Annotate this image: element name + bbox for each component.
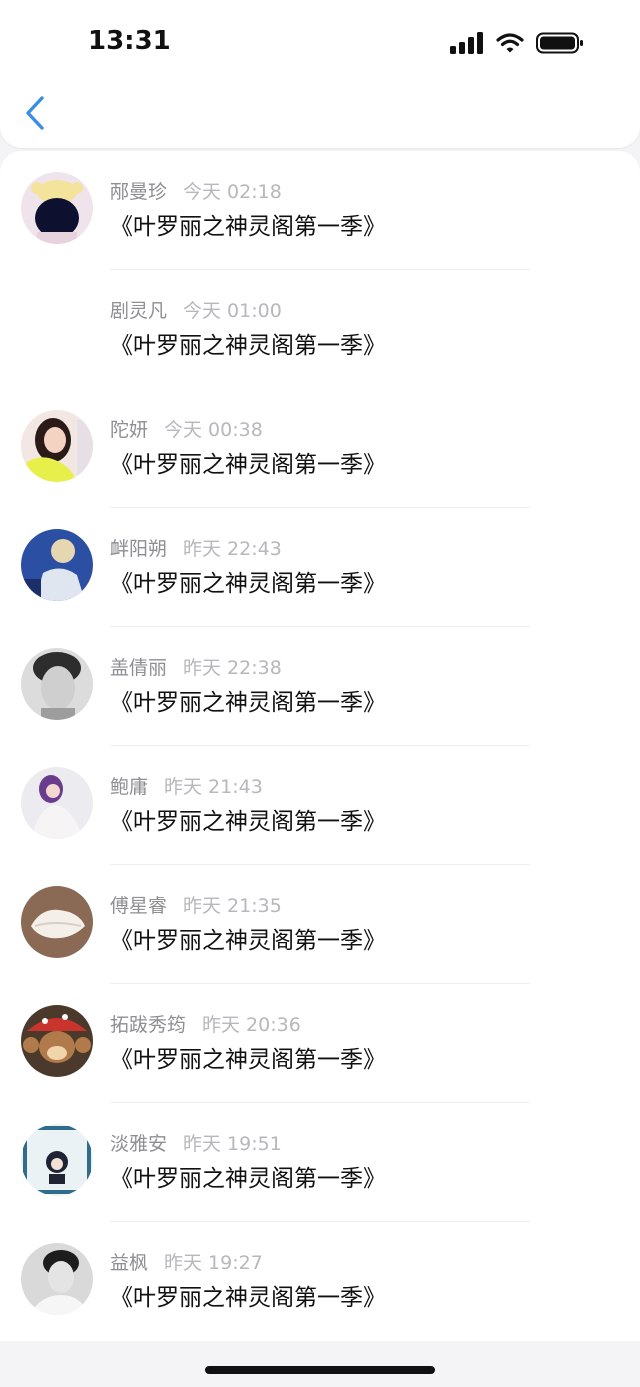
- comment-text: 《叶罗丽之神灵阁第一季》: [110, 214, 386, 240]
- list-item[interactable]: 衅阳朔 昨天 22:43 《叶罗丽之神灵阁第一季》: [0, 508, 640, 627]
- avatar[interactable]: [21, 648, 93, 720]
- comment-time: 昨天 20:36: [202, 1014, 301, 1036]
- comment-text: 《叶罗丽之神灵阁第一季》: [110, 1285, 386, 1311]
- list-item[interactable]: 陀妍 今天 00:38 《叶罗丽之神灵阁第一季》: [0, 389, 640, 508]
- list-item[interactable]: 拓跋秀筠 昨天 20:36 《叶罗丽之神灵阁第一季》: [0, 984, 640, 1103]
- comment-text: 《叶罗丽之神灵阁第一季》: [110, 1166, 386, 1192]
- avatar[interactable]: [21, 172, 93, 244]
- signal-icon: [450, 32, 483, 54]
- back-button[interactable]: [22, 96, 52, 130]
- comment-meta: 邴曼珍 今天 02:18: [110, 177, 282, 204]
- comment-time: 今天 01:00: [183, 300, 282, 322]
- list-item[interactable]: 益枫 昨天 19:27 《叶罗丽之神灵阁第一季》: [0, 1222, 640, 1341]
- comment-time: 昨天 22:43: [183, 538, 282, 560]
- user-name[interactable]: 邴曼珍: [110, 181, 167, 203]
- comment-meta: 拓跋秀筠 昨天 20:36: [110, 1010, 301, 1037]
- comment-meta: 陀妍 今天 00:38: [110, 415, 263, 442]
- user-name[interactable]: 傅星睿: [110, 895, 167, 917]
- list-item[interactable]: 盖倩丽 昨天 22:38 《叶罗丽之神灵阁第一季》: [0, 627, 640, 746]
- comment-time: 昨天 22:38: [183, 657, 282, 679]
- battery-icon: [536, 32, 583, 54]
- user-name[interactable]: 拓跋秀筠: [110, 1014, 186, 1036]
- comment-text: 《叶罗丽之神灵阁第一季》: [110, 452, 386, 478]
- comment-text: 《叶罗丽之神灵阁第一季》: [110, 690, 386, 716]
- home-indicator[interactable]: [205, 1366, 435, 1374]
- avatar[interactable]: [21, 410, 93, 482]
- comment-text: 《叶罗丽之神灵阁第一季》: [110, 809, 386, 835]
- comment-meta: 傅星睿 昨天 21:35: [110, 891, 282, 918]
- comment-time: 昨天 19:51: [183, 1133, 282, 1155]
- user-name[interactable]: 盖倩丽: [110, 657, 167, 679]
- avatar[interactable]: [21, 767, 93, 839]
- comment-meta: 盖倩丽 昨天 22:38: [110, 653, 282, 680]
- comment-time: 今天 00:38: [164, 419, 263, 441]
- avatar[interactable]: [21, 1124, 93, 1196]
- user-name[interactable]: 剧灵凡: [110, 300, 167, 322]
- comment-meta: 益枫 昨天 19:27: [110, 1248, 263, 1275]
- list-item[interactable]: 鲍庸 昨天 21:43 《叶罗丽之神灵阁第一季》: [0, 746, 640, 865]
- comment-text: 《叶罗丽之神灵阁第一季》: [110, 928, 386, 954]
- comment-meta: 鲍庸 昨天 21:43: [110, 772, 263, 799]
- avatar[interactable]: [21, 1005, 93, 1077]
- user-name[interactable]: 淡雅安: [110, 1133, 167, 1155]
- list-item[interactable]: 剧灵凡 今天 01:00 《叶罗丽之神灵阁第一季》: [0, 270, 640, 389]
- wifi-icon: [496, 33, 524, 53]
- user-name[interactable]: 衅阳朔: [110, 538, 167, 560]
- avatar[interactable]: [21, 1243, 93, 1315]
- chevron-left-icon: [26, 96, 44, 130]
- comment-meta: 淡雅安 昨天 19:51: [110, 1129, 282, 1156]
- comment-time: 昨天 21:35: [183, 895, 282, 917]
- comment-list: 邴曼珍 今天 02:18 《叶罗丽之神灵阁第一季》 剧灵凡 今天 01:00 《叶罗…: [0, 151, 640, 1341]
- list-item[interactable]: 邴曼珍 今天 02:18 《叶罗丽之神灵阁第一季》: [0, 151, 640, 270]
- list-item[interactable]: 傅星睿 昨天 21:35 《叶罗丽之神灵阁第一季》: [0, 865, 640, 984]
- avatar[interactable]: [21, 529, 93, 601]
- user-name[interactable]: 益枫: [110, 1252, 148, 1274]
- list-item[interactable]: 淡雅安 昨天 19:51 《叶罗丽之神灵阁第一季》: [0, 1103, 640, 1222]
- top-bar: 13:31: [0, 0, 640, 148]
- comment-time: 今天 02:18: [183, 181, 282, 203]
- user-name[interactable]: 陀妍: [110, 419, 148, 441]
- comment-time: 昨天 21:43: [164, 776, 263, 798]
- comment-text: 《叶罗丽之神灵阁第一季》: [110, 571, 386, 597]
- comment-meta: 剧灵凡 今天 01:00: [110, 296, 282, 323]
- user-name[interactable]: 鲍庸: [110, 776, 148, 798]
- comment-text: 《叶罗丽之神灵阁第一季》: [110, 1047, 386, 1073]
- status-time: 13:31: [88, 26, 171, 56]
- status-icons: [450, 32, 584, 54]
- comment-meta: 衅阳朔 昨天 22:43: [110, 534, 282, 561]
- comment-text: 《叶罗丽之神灵阁第一季》: [110, 333, 386, 359]
- comment-time: 昨天 19:27: [164, 1252, 263, 1274]
- avatar[interactable]: [21, 886, 93, 958]
